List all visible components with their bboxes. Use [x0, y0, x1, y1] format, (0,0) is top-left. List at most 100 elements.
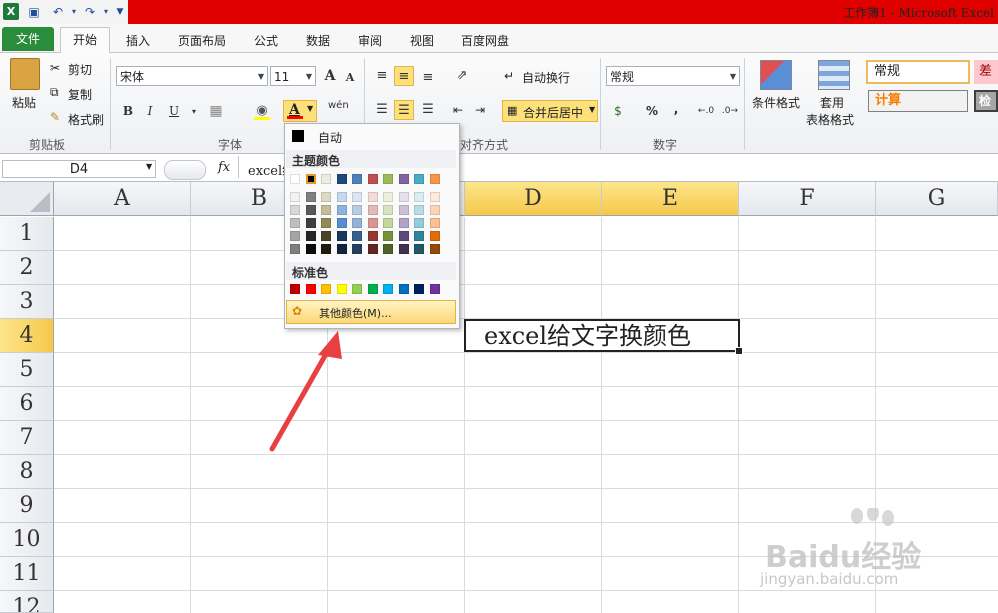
column-header-a[interactable]: A	[54, 182, 191, 216]
more-colors-button[interactable]: ✿ 其他颜色(M)...	[286, 300, 456, 324]
standard-color-swatch[interactable]	[367, 284, 378, 294]
theme-color-swatch[interactable]	[367, 174, 378, 184]
tab-formulas[interactable]: 公式	[246, 30, 286, 52]
phonetic-button[interactable]: wén	[328, 100, 349, 111]
row-header-10[interactable]: 10	[0, 523, 54, 557]
wrap-text-icon[interactable]: ↵	[504, 69, 514, 83]
theme-shade-swatch[interactable]	[305, 205, 316, 215]
fill-handle[interactable]	[735, 347, 743, 355]
row-header-4[interactable]: 4	[0, 319, 54, 353]
theme-shade-swatch[interactable]	[414, 192, 424, 202]
theme-shade-swatch[interactable]	[305, 218, 316, 228]
align-top-icon[interactable]: ≡	[372, 66, 392, 86]
cut-icon[interactable]: ✂	[50, 61, 60, 75]
number-format-combo[interactable]: 常规 ▼	[606, 66, 740, 86]
style-bad[interactable]: 差	[974, 60, 998, 84]
theme-shade-swatch[interactable]	[398, 218, 409, 228]
align-left-icon[interactable]: ☰	[372, 100, 392, 120]
align-center-icon[interactable]: ☰	[394, 100, 414, 120]
row-header-8[interactable]: 8	[0, 455, 54, 489]
theme-shade-swatch[interactable]	[367, 192, 378, 202]
copy-button[interactable]: 复制	[68, 86, 92, 103]
theme-shade-swatch[interactable]	[352, 218, 362, 228]
theme-shade-swatch[interactable]	[305, 244, 316, 254]
tab-insert[interactable]: 插入	[118, 30, 158, 52]
auto-color-option[interactable]: 自动	[318, 129, 342, 146]
theme-color-swatch[interactable]	[290, 174, 300, 184]
theme-shade-swatch[interactable]	[429, 231, 440, 241]
column-header-f[interactable]: F	[739, 182, 876, 216]
tab-baidu-netdisk[interactable]: 百度网盘	[452, 30, 518, 52]
insert-function-button[interactable]: fx	[218, 160, 230, 175]
font-name-combo[interactable]: 宋体 ▼	[116, 66, 268, 86]
column-header-g[interactable]: G	[876, 182, 998, 216]
theme-shade-swatch[interactable]	[414, 205, 424, 215]
formula-bar-resize-handle[interactable]	[164, 160, 206, 180]
font-size-combo[interactable]: 11 ▼	[270, 66, 316, 86]
underline-dropdown-icon[interactable]: ▾	[184, 102, 204, 122]
conditional-format-button[interactable]: 条件格式	[752, 94, 800, 111]
theme-color-swatch[interactable]	[321, 174, 331, 184]
tab-page-layout[interactable]: 页面布局	[170, 30, 234, 52]
theme-shade-swatch[interactable]	[398, 244, 409, 254]
standard-color-swatch[interactable]	[383, 284, 393, 294]
theme-color-swatch[interactable]	[398, 174, 409, 184]
row-header-9[interactable]: 9	[0, 489, 54, 523]
table-format-label-2[interactable]: 表格格式	[806, 111, 854, 128]
theme-shade-swatch[interactable]	[336, 244, 347, 254]
theme-shade-swatch[interactable]	[321, 192, 331, 202]
theme-color-swatch[interactable]	[414, 174, 424, 184]
format-painter-button[interactable]: 格式刷	[68, 111, 104, 128]
theme-color-swatch[interactable]	[336, 174, 347, 184]
row-header-11[interactable]: 11	[0, 557, 54, 591]
theme-shade-swatch[interactable]	[414, 231, 424, 241]
decrease-decimal-icon[interactable]: .0→	[720, 101, 740, 121]
theme-shade-swatch[interactable]	[367, 244, 378, 254]
theme-shade-swatch[interactable]	[290, 244, 300, 254]
row-header-6[interactable]: 6	[0, 387, 54, 421]
grow-font-button[interactable]: A	[320, 66, 340, 86]
style-calculation[interactable]: 计算	[868, 90, 968, 112]
table-format-icon[interactable]	[818, 60, 850, 90]
theme-shade-swatch[interactable]	[398, 205, 409, 215]
theme-shade-swatch[interactable]	[367, 231, 378, 241]
percent-button[interactable]: %	[642, 101, 662, 121]
theme-shade-swatch[interactable]	[367, 205, 378, 215]
theme-shade-swatch[interactable]	[429, 205, 440, 215]
tab-review[interactable]: 审阅	[350, 30, 390, 52]
font-color-button[interactable]: A ▼	[283, 100, 317, 122]
cut-button[interactable]: 剪切	[68, 61, 92, 78]
theme-shade-swatch[interactable]	[305, 192, 316, 202]
theme-shade-swatch[interactable]	[321, 231, 331, 241]
undo-icon[interactable]: ↶	[50, 4, 66, 20]
conditional-format-icon[interactable]	[760, 60, 792, 90]
shrink-font-button[interactable]: A	[340, 68, 360, 88]
align-right-icon[interactable]: ☰	[418, 100, 438, 120]
chevron-down-icon[interactable]: ▼	[146, 162, 152, 171]
theme-shade-swatch[interactable]	[336, 205, 347, 215]
theme-shade-swatch[interactable]	[429, 218, 440, 228]
orientation-icon[interactable]: ⇗	[452, 66, 472, 86]
style-normal[interactable]: 常规	[866, 60, 970, 84]
column-header-d[interactable]: D	[465, 182, 602, 216]
theme-color-swatch[interactable]	[383, 174, 393, 184]
theme-shade-swatch[interactable]	[367, 218, 378, 228]
tab-file[interactable]: 文件	[2, 27, 54, 51]
standard-color-swatch[interactable]	[398, 284, 409, 294]
theme-shade-swatch[interactable]	[414, 218, 424, 228]
customize-toolbar-icon[interactable]: ▼	[112, 4, 128, 20]
theme-shade-swatch[interactable]	[336, 231, 347, 241]
theme-shade-swatch[interactable]	[305, 231, 316, 241]
theme-shade-swatch[interactable]	[290, 218, 300, 228]
italic-button[interactable]: I	[140, 101, 160, 121]
row-header-2[interactable]: 2	[0, 251, 54, 285]
standard-color-swatch[interactable]	[429, 284, 440, 294]
paste-icon[interactable]	[10, 58, 40, 90]
undo-dropdown-icon[interactable]: ▾	[66, 4, 82, 20]
style-check-cell[interactable]: 检	[974, 90, 998, 112]
increase-decimal-icon[interactable]: ←.0	[696, 101, 716, 121]
align-middle-icon[interactable]: ≡	[394, 66, 414, 86]
name-box[interactable]: D4	[2, 160, 156, 178]
standard-color-swatch[interactable]	[321, 284, 331, 294]
theme-shade-swatch[interactable]	[352, 231, 362, 241]
